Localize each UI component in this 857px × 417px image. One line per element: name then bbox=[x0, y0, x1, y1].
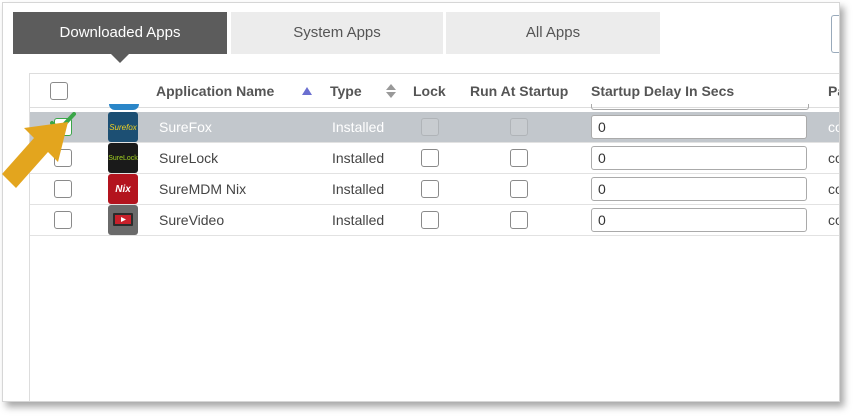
header-label: Pa bbox=[828, 82, 839, 99]
startup-checkbox-cell bbox=[510, 205, 530, 235]
startup-checkbox-cell bbox=[510, 112, 530, 142]
partial-text: co bbox=[828, 150, 839, 166]
startup-checkbox[interactable] bbox=[510, 180, 528, 198]
partial-cell: co bbox=[828, 174, 839, 204]
delay-value: 0 bbox=[598, 181, 606, 197]
table-header: Application Name Type Lock Run At Startu… bbox=[30, 74, 839, 108]
header-label: Startup Delay In Secs bbox=[591, 82, 735, 99]
nix-icon: Nix bbox=[108, 174, 140, 204]
partial-cell: co bbox=[828, 205, 839, 235]
app-type: Installed bbox=[332, 205, 402, 235]
search-box-edge[interactable] bbox=[831, 15, 839, 53]
delay-value: 0 bbox=[598, 150, 606, 166]
header-startup-delay[interactable]: Startup Delay In Secs bbox=[591, 74, 791, 107]
partial-cell: co bbox=[828, 112, 839, 142]
delay-value: 0 bbox=[598, 119, 606, 135]
table-row[interactable]: SureVideo Installed 0 co bbox=[30, 205, 839, 236]
tab-label: All Apps bbox=[525, 24, 581, 41]
delay-cell: 0 bbox=[591, 112, 811, 142]
startup-delay-input[interactable]: 0 bbox=[591, 146, 807, 170]
tab-all-apps[interactable]: All Apps bbox=[446, 12, 660, 54]
lock-checkbox-cell bbox=[421, 205, 441, 235]
header-label: Application Name bbox=[156, 82, 275, 99]
app-name-text: SureFox bbox=[159, 119, 212, 135]
partial-app-icon bbox=[109, 104, 139, 110]
active-tab-pointer bbox=[111, 54, 129, 63]
row-select-cell bbox=[54, 205, 78, 235]
delay-cell: 0 bbox=[591, 205, 811, 235]
app-name: SureMDM Nix bbox=[159, 174, 319, 204]
app-type-text: Installed bbox=[332, 119, 385, 135]
header-application-name[interactable]: Application Name bbox=[156, 74, 326, 107]
surevideo-icon bbox=[108, 205, 140, 235]
lock-checkbox[interactable] bbox=[421, 118, 439, 136]
lock-checkbox-cell bbox=[421, 174, 441, 204]
table-row[interactable]: SureLock SureLock Installed 0 co bbox=[30, 143, 839, 174]
partial-cell: co bbox=[828, 143, 839, 173]
partial-text: co bbox=[828, 181, 839, 197]
app-manager-panel: Downloaded Apps System Apps All Apps App… bbox=[2, 2, 840, 402]
delay-cell: 0 bbox=[591, 174, 811, 204]
app-name-text: SureLock bbox=[159, 150, 219, 166]
lock-checkbox[interactable] bbox=[421, 211, 439, 229]
startup-delay-input[interactable]: 0 bbox=[591, 115, 807, 139]
tab-label: System Apps bbox=[293, 24, 381, 41]
partial-text: co bbox=[828, 119, 839, 135]
startup-checkbox[interactable] bbox=[510, 211, 528, 229]
sort-both-icon[interactable] bbox=[386, 74, 400, 107]
select-all-checkbox[interactable] bbox=[50, 81, 68, 100]
app-type-text: Installed bbox=[332, 150, 385, 166]
annotation-arrow-icon bbox=[2, 122, 68, 188]
delay-value: 0 bbox=[598, 212, 606, 228]
app-type-text: Installed bbox=[332, 181, 385, 197]
startup-checkbox-cell bbox=[510, 174, 530, 204]
header-label: Lock bbox=[413, 82, 446, 99]
table-row[interactable]: Nix SureMDM Nix Installed 0 co bbox=[30, 174, 839, 205]
icon-text: Nix bbox=[115, 183, 131, 195]
lock-checkbox-cell bbox=[421, 143, 441, 173]
apps-table: Application Name Type Lock Run At Startu… bbox=[29, 73, 839, 401]
startup-delay-input[interactable]: 0 bbox=[591, 208, 807, 232]
delay-cell: 0 bbox=[591, 143, 811, 173]
startup-checkbox[interactable] bbox=[510, 149, 528, 167]
header-lock[interactable]: Lock bbox=[413, 74, 463, 107]
tab-system-apps[interactable]: System Apps bbox=[231, 12, 443, 54]
app-type: Installed bbox=[332, 112, 402, 142]
header-label: Run At Startup bbox=[470, 82, 569, 99]
partial-delay-input[interactable] bbox=[591, 104, 809, 110]
tab-label: Downloaded Apps bbox=[59, 24, 181, 41]
partial-text: co bbox=[828, 212, 839, 228]
header-type[interactable]: Type bbox=[330, 74, 390, 107]
header-run-at-startup[interactable]: Run At Startup bbox=[470, 74, 590, 107]
table-row[interactable]: Surefox SureFox Installed 0 co bbox=[30, 112, 839, 143]
icon-text: SureLock bbox=[108, 154, 138, 162]
app-name-text: SureMDM Nix bbox=[159, 181, 247, 197]
app-type: Installed bbox=[332, 174, 402, 204]
app-name-text: SureVideo bbox=[159, 212, 225, 228]
startup-delay-input[interactable]: 0 bbox=[591, 177, 807, 201]
lock-checkbox[interactable] bbox=[421, 149, 439, 167]
row-checkbox[interactable] bbox=[54, 211, 72, 229]
app-name: SureVideo bbox=[159, 205, 319, 235]
header-partial[interactable]: Pa bbox=[828, 74, 839, 107]
header-label: Type bbox=[330, 82, 362, 99]
tab-downloaded-apps[interactable]: Downloaded Apps bbox=[13, 12, 227, 63]
tab-bar: Downloaded Apps System Apps All Apps bbox=[13, 12, 839, 63]
sort-ascending-icon[interactable] bbox=[302, 74, 316, 107]
icon-text: Surefox bbox=[109, 122, 137, 132]
app-name: SureFox bbox=[159, 112, 319, 142]
app-type-text: Installed bbox=[332, 212, 385, 228]
startup-checkbox[interactable] bbox=[510, 118, 528, 136]
app-name: SureLock bbox=[159, 143, 319, 173]
lock-checkbox-cell bbox=[421, 112, 441, 142]
lock-checkbox[interactable] bbox=[421, 180, 439, 198]
app-type: Installed bbox=[332, 143, 402, 173]
surefox-icon: Surefox bbox=[108, 112, 140, 142]
surelock-icon: SureLock bbox=[108, 143, 140, 173]
startup-checkbox-cell bbox=[510, 143, 530, 173]
